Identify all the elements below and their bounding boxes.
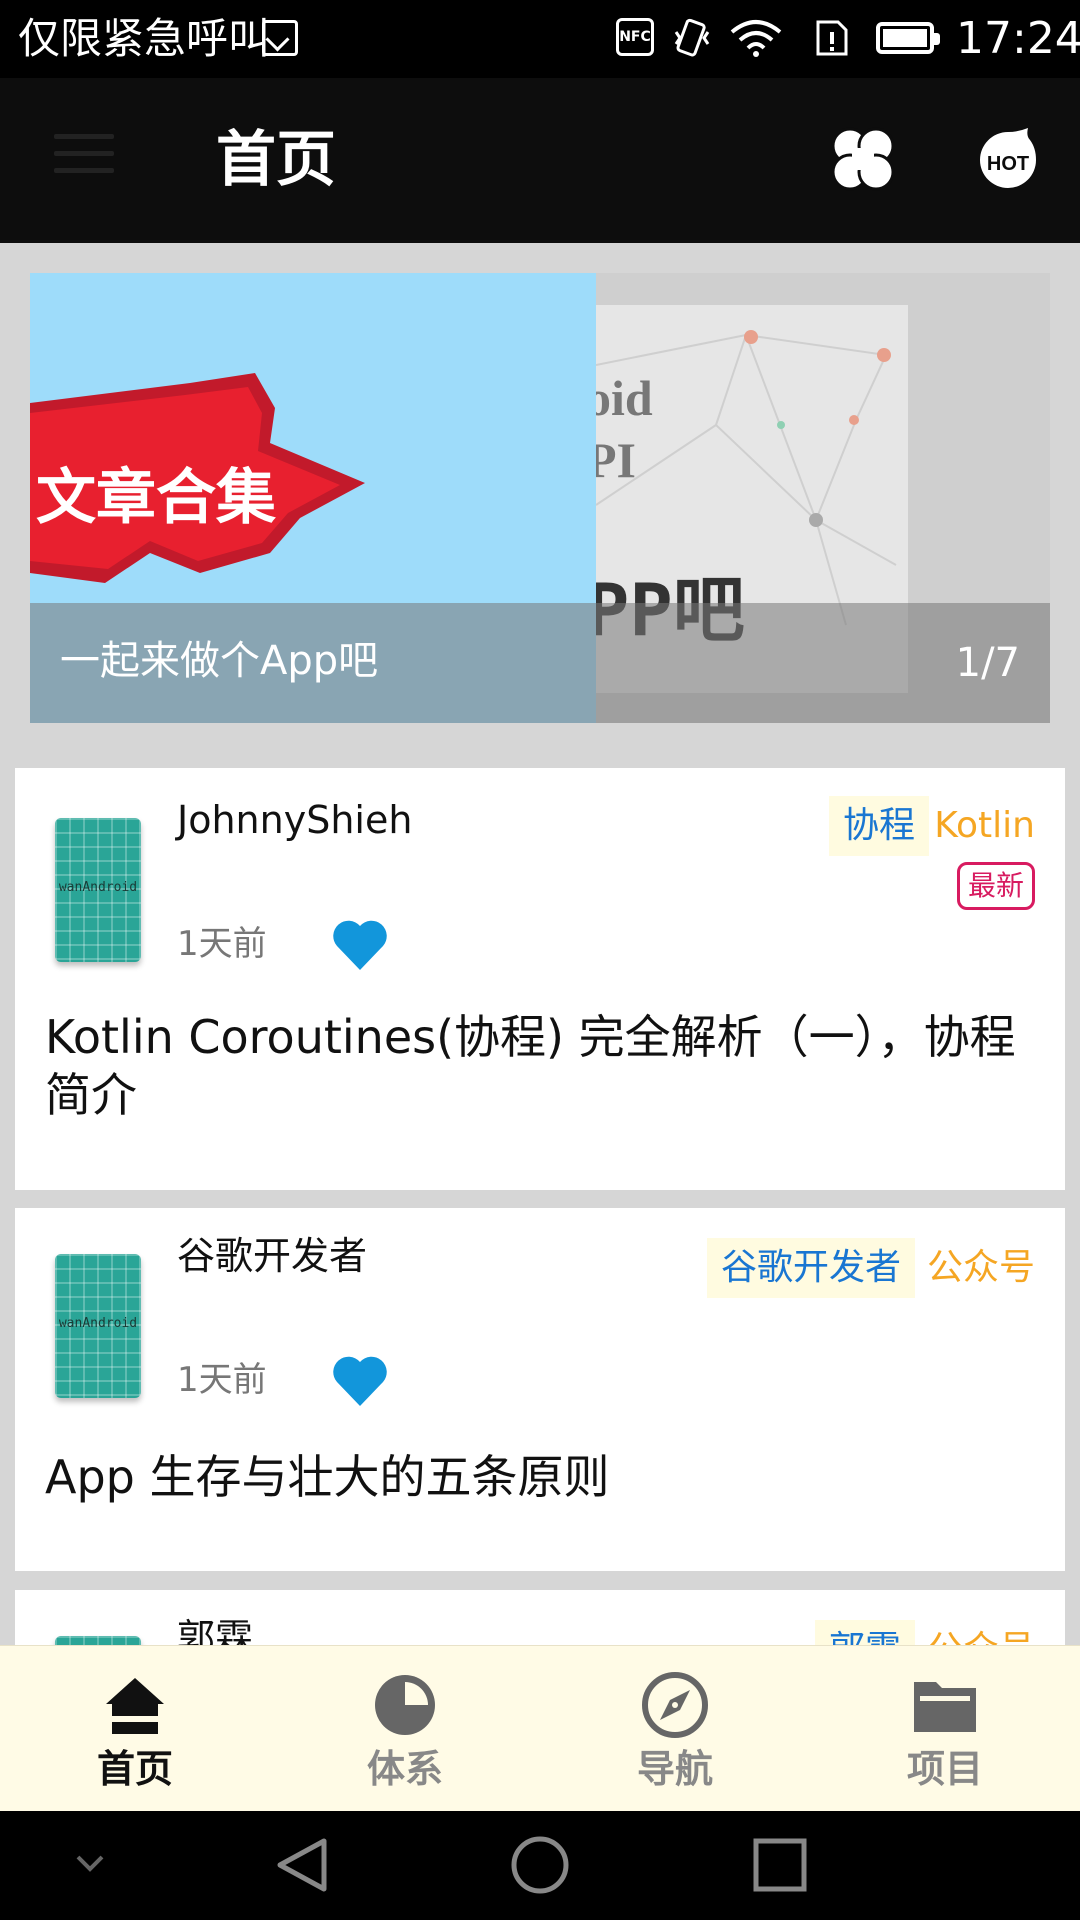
article-time: 1天前 — [177, 1360, 267, 1400]
banner-caption: 一起来做个App吧 — [60, 638, 379, 684]
article-author: JohnnyShieh — [177, 798, 413, 842]
clock: 17:24 — [956, 13, 1080, 64]
super-chapter-tag[interactable]: 公众号 — [927, 1620, 1035, 1645]
super-chapter-tag[interactable]: 公众号 — [927, 1238, 1035, 1298]
nav-project-label: 项目 — [906, 1747, 983, 1791]
svg-text:PI: PI — [596, 432, 636, 488]
hot-icon[interactable]: HOT — [978, 128, 1038, 188]
clover-icon[interactable] — [830, 126, 896, 192]
article-card[interactable]: wanAndroid 谷歌开发者 谷歌开发者 公众号 1天前 App 生存与壮大… — [15, 1208, 1065, 1571]
heart-icon[interactable] — [331, 918, 389, 972]
avatar — [55, 1636, 141, 1645]
recents-icon[interactable] — [750, 1835, 810, 1895]
article-time: 1天前 — [177, 924, 267, 964]
article-title[interactable]: Kotlin Coroutines(协程) 完全解析（一），协程简介 — [45, 1008, 1045, 1124]
status-bar: 仅限紧急呼叫 NFC 17:24 — [0, 0, 1080, 78]
new-badge: 最新 — [956, 862, 1035, 910]
nav-system[interactable]: 体系 — [270, 1646, 540, 1812]
nav-navigation[interactable]: 导航 — [540, 1646, 810, 1812]
svg-text:HOT: HOT — [987, 153, 1029, 175]
back-icon[interactable] — [272, 1835, 332, 1895]
chapter-tag[interactable]: 谷歌开发者 — [706, 1238, 915, 1298]
compass-icon — [642, 1672, 708, 1738]
banner-page-indicator: 1/7 — [955, 640, 1020, 686]
banner-carousel[interactable]: 文章合集 oid PI PP吧 一起来做个App吧 1/7 — [30, 273, 1050, 723]
nav-navigation-label: 导航 — [636, 1747, 713, 1791]
article-feed[interactable]: 文章合集 oid PI PP吧 一起来做个App吧 1/7 — [0, 243, 1080, 1645]
chapter-tag[interactable]: 郭霖 — [814, 1620, 915, 1645]
sim-alert-icon — [816, 20, 848, 56]
super-chapter-tag[interactable]: Kotlin — [934, 796, 1035, 856]
article-author: 谷歌开发者 — [177, 1234, 368, 1278]
article-author: 郭霖 — [177, 1616, 254, 1645]
battery-icon — [876, 22, 940, 54]
system-navigation-bar — [0, 1811, 1080, 1920]
app-bar: 首页 HOT — [0, 78, 1080, 243]
bottom-navigation: 首页 体系 导航 项目 — [0, 1645, 1080, 1811]
article-title[interactable]: App 生存与壮大的五条原则 — [45, 1448, 1045, 1506]
nav-home[interactable]: 首页 — [0, 1646, 270, 1812]
nav-system-label: 体系 — [366, 1747, 443, 1791]
nav-home-label: 首页 — [96, 1747, 173, 1791]
avatar: wanAndroid — [55, 1254, 141, 1398]
heart-icon[interactable] — [331, 1354, 389, 1408]
image-notification-icon — [262, 20, 298, 56]
svg-text:oid: oid — [596, 370, 653, 426]
carrier-label: 仅限紧急呼叫 — [18, 14, 271, 63]
home-button-icon[interactable] — [510, 1835, 570, 1895]
page-title: 首页 — [216, 125, 336, 195]
pie-chart-icon — [375, 1675, 435, 1735]
folder-icon — [914, 1682, 976, 1732]
nfc-icon: NFC — [616, 18, 654, 56]
article-card[interactable]: wanAndroid JohnnyShieh 协程 Kotlin 最新 1天前 … — [15, 768, 1065, 1190]
slide1-text: 文章合集 — [36, 463, 276, 533]
wifi-icon — [730, 20, 782, 57]
nav-project[interactable]: 项目 — [810, 1646, 1080, 1812]
vibrate-icon — [674, 18, 710, 57]
home-icon — [106, 1678, 164, 1734]
article-card[interactable]: 郭霖 郭霖 公众号 — [15, 1590, 1065, 1645]
avatar: wanAndroid — [55, 818, 141, 962]
chevron-down-icon[interactable] — [72, 1851, 108, 1875]
chapter-tag[interactable]: 协程 — [828, 796, 929, 856]
menu-icon[interactable] — [54, 134, 114, 174]
